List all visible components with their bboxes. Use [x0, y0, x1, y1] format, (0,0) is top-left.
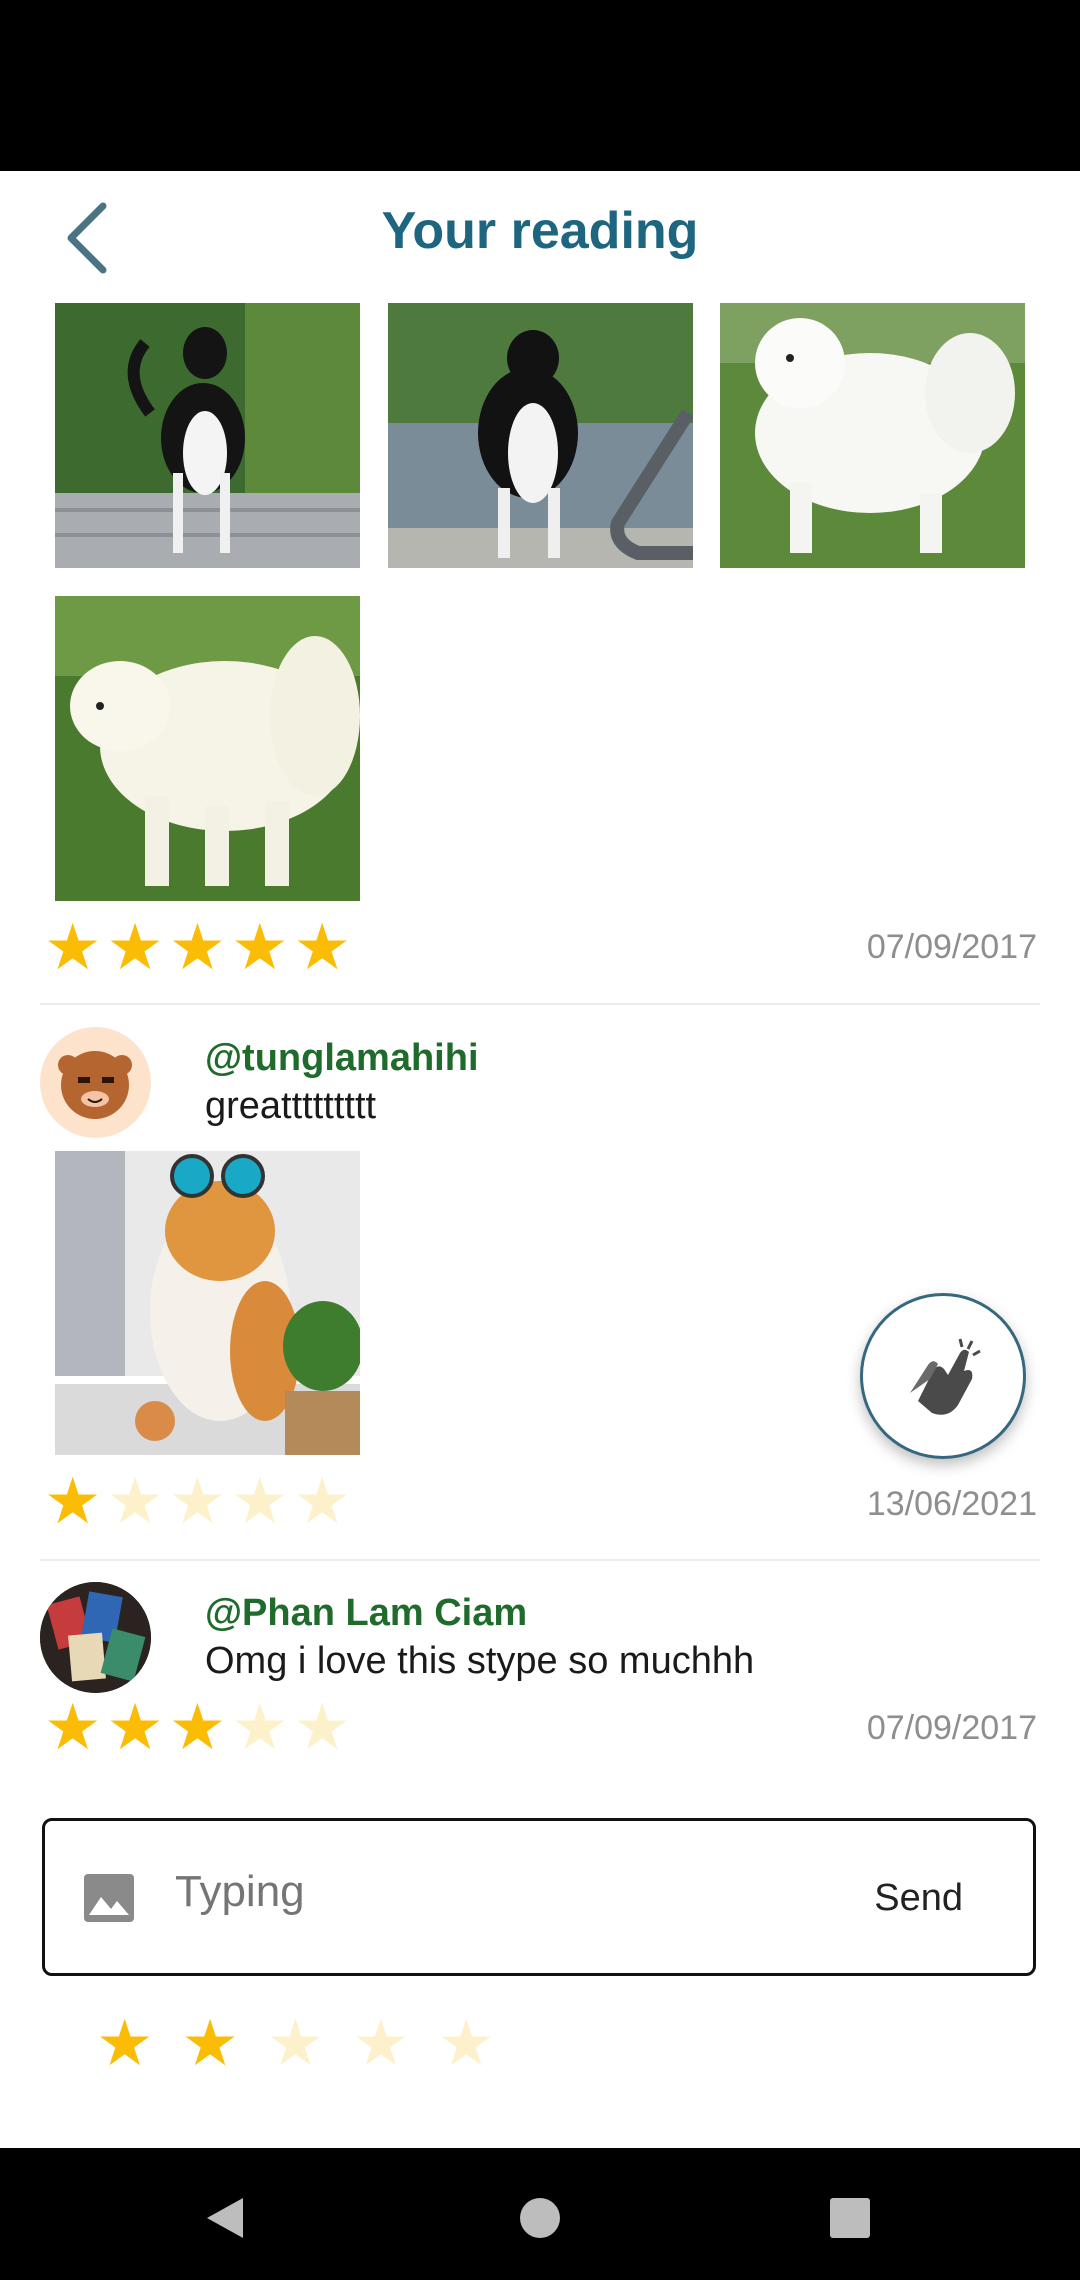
header: Your reading	[0, 171, 1080, 301]
review-photo[interactable]	[720, 303, 1025, 568]
star-empty-icon[interactable]: ★	[438, 2012, 495, 2076]
star-empty-icon: ★	[168, 1465, 227, 1539]
review-comment: greattttttttt	[205, 1085, 377, 1127]
square-recents-icon	[830, 2198, 870, 2238]
star-empty-icon: ★	[231, 1691, 289, 1765]
review-username[interactable]: @tunglamahihi	[205, 1037, 479, 1080]
star-filled-icon: ★	[106, 1691, 164, 1765]
review-username[interactable]: @Phan Lam Ciam	[205, 1592, 527, 1635]
review-rating-stars: ★ ★ ★ ★ ★	[44, 1696, 356, 1760]
star-filled-icon: ★	[106, 911, 164, 985]
clapping-hands-icon	[910, 1338, 981, 1415]
status-bar	[0, 0, 1080, 171]
review-comment: Omg i love this stype so muchhh	[205, 1640, 755, 1682]
star-empty-icon: ★	[293, 1691, 351, 1765]
divider	[40, 1003, 1040, 1005]
star-filled-icon: ★	[168, 911, 227, 985]
star-filled-icon: ★	[44, 1691, 102, 1765]
review-rating-stars: ★ ★ ★ ★ ★	[44, 916, 356, 980]
send-button[interactable]: Send	[874, 1877, 963, 1920]
star-filled-icon: ★	[44, 1465, 102, 1539]
star-filled-icon[interactable]: ★	[181, 2012, 238, 2076]
avatar[interactable]	[40, 1027, 151, 1138]
nav-home-button[interactable]	[510, 2188, 570, 2248]
star-filled-icon: ★	[293, 911, 351, 985]
page-title: Your reading	[381, 202, 699, 260]
nav-recents-button[interactable]	[820, 2188, 880, 2248]
star-empty-icon: ★	[106, 1465, 164, 1539]
clap-button[interactable]	[860, 1293, 1026, 1459]
nav-back-button[interactable]	[195, 2188, 255, 2248]
review-photo[interactable]	[55, 303, 360, 568]
star-filled-icon: ★	[44, 911, 102, 985]
review-photo[interactable]	[55, 596, 360, 901]
system-nav-bar	[0, 2148, 1080, 2280]
triangle-back-icon	[207, 2198, 243, 2238]
star-filled-icon: ★	[168, 1691, 227, 1765]
star-empty-icon[interactable]: ★	[267, 2012, 324, 2076]
star-empty-icon[interactable]: ★	[352, 2012, 409, 2076]
avatar[interactable]	[40, 1582, 151, 1693]
comment-input-box: Send	[42, 1818, 1036, 1976]
review-rating-stars: ★ ★ ★ ★ ★	[44, 1470, 356, 1534]
star-filled-icon[interactable]: ★	[96, 2012, 153, 2076]
image-icon[interactable]	[83, 1873, 135, 1923]
review-date: 07/09/2017	[866, 928, 1037, 966]
circle-home-icon	[520, 2198, 560, 2238]
review-date: 13/06/2021	[866, 1485, 1037, 1523]
comment-input[interactable]	[175, 1867, 735, 1917]
rating-input-stars[interactable]: ★ ★ ★ ★ ★	[96, 2012, 523, 2076]
star-empty-icon: ★	[231, 1465, 289, 1539]
star-filled-icon: ★	[231, 911, 289, 985]
review-photo[interactable]	[55, 1151, 360, 1455]
star-empty-icon: ★	[293, 1465, 351, 1539]
divider	[40, 1559, 1040, 1561]
review-date: 07/09/2017	[866, 1709, 1037, 1747]
review-photo[interactable]	[388, 303, 693, 568]
